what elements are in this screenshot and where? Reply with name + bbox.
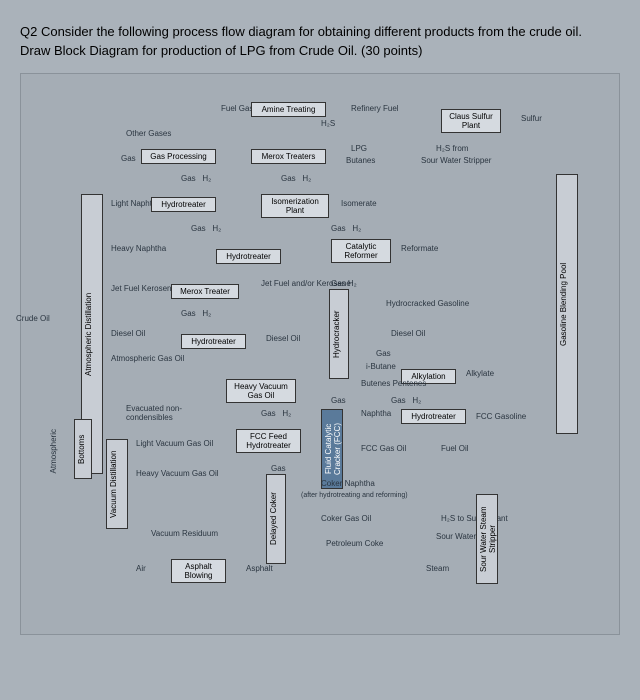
gas-label3: Gas xyxy=(331,396,346,405)
vacuum-residuum-label: Vacuum Residuum xyxy=(151,529,218,538)
amine-treating-box: Amine Treating xyxy=(251,102,326,117)
naphtha-label: Naphtha xyxy=(361,409,391,418)
claus-sulfur-box: Claus Sulfur Plant xyxy=(441,109,501,133)
gas-h2-label7: Gas H₂ xyxy=(391,396,421,405)
delayed-coker-box: Delayed Coker xyxy=(266,474,286,564)
gasoline-blending-box: Gasoline Blending Pool xyxy=(556,174,578,434)
gas-h2-label6: Gas H₂ xyxy=(181,309,211,318)
alkylate-label: Alkylate xyxy=(466,369,494,378)
gas-label: Gas xyxy=(121,154,136,163)
h2s-from-label: H₂S from xyxy=(436,144,468,153)
bottoms-label: Bottoms xyxy=(74,419,92,479)
question-line1: Q2 Consider the following process flow d… xyxy=(20,24,620,39)
ibutane-label: i-Butane xyxy=(366,362,396,371)
isomerization-box: Isomerization Plant xyxy=(261,194,329,218)
crude-oil-label: Crude Oil xyxy=(16,314,50,323)
evacuated-label: Evacuated non-condensibles xyxy=(126,404,196,422)
hydrotreater3-box: Hydrotreater xyxy=(181,334,246,349)
sulfur-label: Sulfur xyxy=(521,114,542,123)
gas-h2-label2: Gas H₂ xyxy=(281,174,311,183)
hydrotreater4-box: Hydrotreater xyxy=(401,409,466,424)
heavy-vacuum-box: Heavy Vacuum Gas Oil xyxy=(226,379,296,403)
fuel-oil-label: Fuel Oil xyxy=(441,444,469,453)
gas-processing-box: Gas Processing xyxy=(141,149,216,164)
sour-waters-label: Sour Waters xyxy=(436,532,480,541)
diesel-oil-out2-label: Diesel Oil xyxy=(391,329,425,338)
jet-fuel-label: Jet Fuel Kerosene xyxy=(111,284,176,293)
fuel-gas-label: Fuel Gas xyxy=(221,104,253,113)
air-label: Air xyxy=(136,564,146,573)
process-flow-diagram: Crude Oil Atmospheric Distillation Other… xyxy=(20,73,620,635)
gas-h2-label5: Gas H₂ xyxy=(331,279,357,288)
butanes-label: Butanes xyxy=(346,156,375,165)
merox-treater-box: Merox Treater xyxy=(171,284,239,299)
sour-water-stripper-box: Sour Water Steam Stripper xyxy=(476,494,498,584)
steam-label: Steam xyxy=(426,564,449,573)
gas-h2-label1: Gas H₂ xyxy=(181,174,211,183)
other-gases-label: Other Gases xyxy=(126,129,171,138)
gas-h2-label3: Gas H₂ xyxy=(191,224,221,233)
vacuum-distillation: Vacuum Distillation xyxy=(106,439,128,529)
gas-label2: Gas xyxy=(376,349,391,358)
gas-h2-label8: Gas H₂ xyxy=(261,409,291,418)
hydrotreater1-box: Hydrotreater xyxy=(151,197,216,212)
diesel-oil-label: Diesel Oil xyxy=(111,329,145,338)
fcc-gasoline-label: FCC Gasoline xyxy=(476,412,526,421)
catalytic-reformer-box: Catalytic Reformer xyxy=(331,239,391,263)
lpg-label: LPG xyxy=(351,144,367,153)
gas-label4: Gas xyxy=(271,464,286,473)
coker-naphtha-label: Coker Naphtha xyxy=(321,479,375,488)
gas-h2-label4: Gas H₂ xyxy=(331,224,361,233)
h2s-label: H₂S xyxy=(321,119,335,128)
light-vacuum-label: Light Vacuum Gas Oil xyxy=(136,439,213,448)
heavy-naphtha-label: Heavy Naphtha xyxy=(111,244,166,253)
question-line2: Draw Block Diagram for production of LPG… xyxy=(20,43,620,58)
merox-treaters-box: Merox Treaters xyxy=(251,149,326,164)
refinery-fuel-label: Refinery Fuel xyxy=(351,104,399,113)
asphalt-blowing-box: Asphalt Blowing xyxy=(171,559,226,583)
hydrocracked-label: Hydrocracked Gasoline xyxy=(386,299,469,308)
isomerate-label: Isomerate xyxy=(341,199,377,208)
butenes-label: Butenes Pentenes xyxy=(361,379,426,388)
fcc-feed-box: FCC Feed Hydrotreater xyxy=(236,429,301,453)
hydrotreater2-box: Hydrotreater xyxy=(216,249,281,264)
atm-gasoil-label: Atmospheric Gas Oil xyxy=(111,354,184,363)
fcc-box: Fluid Catalytic Cracker (FCC) xyxy=(321,409,343,489)
sour-water-label: Sour Water Stripper xyxy=(421,156,491,165)
atmospheric-label: Atmospheric xyxy=(49,429,58,473)
asphalt-label: Asphalt xyxy=(246,564,273,573)
coker-gas-oil-label: Coker Gas Oil xyxy=(321,514,371,523)
diesel-oil-out-label: Diesel Oil xyxy=(266,334,300,343)
petroleum-coke-label: Petroleum Coke xyxy=(326,539,383,548)
hydrocracker-box: Hydrocracker xyxy=(329,289,349,379)
heavy-vac-gasoil-label: Heavy Vacuum Gas Oil xyxy=(136,469,219,478)
reformate-label: Reformate xyxy=(401,244,438,253)
fcc-gas-oil-label: FCC Gas Oil xyxy=(361,444,406,453)
after-hydro-label: (after hydrotreating and reforming) xyxy=(301,492,408,499)
